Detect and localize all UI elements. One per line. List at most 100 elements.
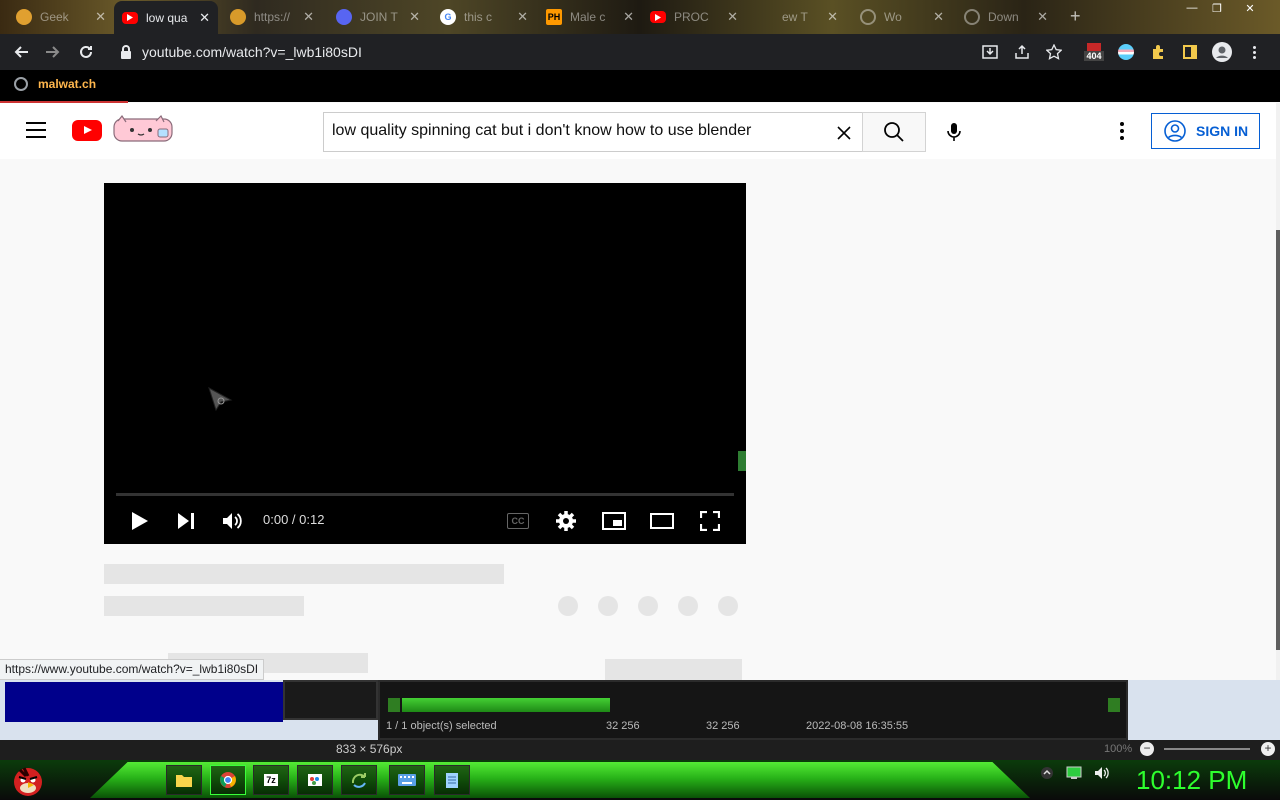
zoom-out-button[interactable]: −: [1140, 742, 1154, 756]
play-button[interactable]: [128, 509, 152, 533]
close-window-button[interactable]: ✕: [1238, 2, 1262, 16]
close-icon[interactable]: ✕: [1037, 9, 1048, 25]
value-one: 32 256: [606, 720, 640, 732]
taskbar-clock[interactable]: 10:12 PM: [1136, 765, 1247, 796]
bookmarks-bar: malwat.ch: [0, 70, 1280, 102]
minimize-button[interactable]: —: [1180, 2, 1204, 16]
zoom-in-button[interactable]: +: [1261, 742, 1275, 756]
close-icon[interactable]: ✕: [95, 9, 106, 25]
video-progress-bar[interactable]: [116, 493, 734, 496]
speaker-icon[interactable]: [1094, 766, 1110, 780]
clear-search-icon[interactable]: [833, 122, 855, 144]
tab-geek[interactable]: Geek ✕: [8, 3, 114, 31]
forward-button[interactable]: [42, 41, 64, 63]
install-app-button[interactable]: [980, 42, 1000, 62]
progress-bar: [402, 698, 610, 712]
taskbar-7zip[interactable]: 7z: [253, 765, 289, 795]
address-bar[interactable]: youtube.com/watch?v=_lwb1i80sDI: [110, 38, 1280, 66]
youtube-masthead: SIGN IN: [0, 103, 1276, 159]
bar-cap: [1108, 698, 1120, 712]
tab-ew[interactable]: ew T ✕: [750, 3, 846, 31]
sign-in-button[interactable]: SIGN IN: [1151, 113, 1260, 149]
bookmark-star-button[interactable]: [1044, 42, 1064, 62]
volume-icon: [223, 513, 242, 529]
skip-next-icon: [178, 513, 194, 529]
share-button[interactable]: [1012, 42, 1032, 62]
channel-skeleton: [104, 596, 304, 616]
image-dimensions: 833 × 576px: [336, 742, 403, 756]
tab-wo[interactable]: Wo ✕: [852, 3, 952, 31]
extension-404[interactable]: 404: [1084, 41, 1104, 63]
voice-search-button[interactable]: [938, 116, 970, 148]
url-text[interactable]: youtube.com/watch?v=_lwb1i80sDI: [142, 44, 362, 60]
close-icon[interactable]: ✕: [517, 9, 528, 25]
taskbar-notepad[interactable]: [434, 765, 470, 795]
extension-flag[interactable]: [1116, 42, 1136, 62]
close-icon[interactable]: ✕: [727, 9, 738, 25]
taskbar-app-green[interactable]: [341, 765, 377, 795]
page-scrollbar[interactable]: [1276, 103, 1280, 680]
next-button[interactable]: [174, 509, 198, 533]
dot: [1252, 50, 1256, 54]
arrow-left-icon: [14, 46, 28, 58]
new-tab-button[interactable]: +: [1070, 6, 1081, 27]
extensions-button[interactable]: [1148, 42, 1168, 62]
close-icon[interactable]: ✕: [623, 9, 634, 25]
taskbar-chrome[interactable]: [210, 765, 246, 795]
folder-icon: [176, 775, 192, 787]
video-player[interactable]: 0:00 / 0:12 CC: [104, 183, 746, 544]
tab-youtube-proc[interactable]: PROC ✕: [642, 3, 746, 31]
search-button[interactable]: [862, 112, 926, 152]
keyboard-icon: [398, 774, 416, 786]
tab-discord[interactable]: JOIN T ✕: [328, 3, 428, 31]
recycle-icon: [351, 773, 366, 788]
tab-youtube-active[interactable]: low qua ✕: [114, 1, 218, 34]
close-icon[interactable]: ✕: [409, 9, 420, 25]
youtube-logo[interactable]: [72, 120, 102, 141]
restore-button[interactable]: ❐: [1205, 2, 1229, 16]
status-bubble-url: https://www.youtube.com/watch?v=_lwb1i80…: [0, 659, 265, 680]
tab-title: Geek: [40, 10, 69, 24]
chrome-menu-button[interactable]: [1244, 42, 1264, 62]
reload-button[interactable]: [75, 41, 97, 63]
mute-button[interactable]: [221, 509, 245, 533]
close-icon[interactable]: ✕: [199, 10, 210, 26]
background-status-panel: 1 / 1 object(s) selected 32 256 32 256 2…: [378, 680, 1128, 740]
close-icon[interactable]: ✕: [303, 9, 314, 25]
google-icon: G: [440, 9, 456, 25]
search-input[interactable]: [332, 122, 822, 140]
start-button[interactable]: [10, 762, 46, 798]
close-icon[interactable]: ✕: [933, 9, 944, 25]
value-two: 32 256: [706, 720, 740, 732]
zoom-slider[interactable]: [1164, 748, 1250, 750]
action-skeleton: [558, 596, 578, 616]
taskbar-paint[interactable]: [297, 765, 333, 795]
tab-title: https://: [254, 10, 291, 24]
profile-button[interactable]: [1212, 42, 1232, 62]
captions-button[interactable]: CC: [506, 509, 530, 533]
theater-mode-button[interactable]: [650, 509, 674, 533]
miniplayer-button[interactable]: [602, 509, 626, 533]
fullscreen-button[interactable]: [698, 509, 722, 533]
tab-down[interactable]: Down ✕: [956, 3, 1056, 31]
menu-icon[interactable]: [26, 122, 46, 138]
settings-button[interactable]: [554, 509, 578, 533]
background-dark-panel: [283, 680, 378, 720]
side-panel-button[interactable]: [1180, 42, 1200, 62]
tab-https[interactable]: https:// ✕: [222, 3, 322, 31]
tab-ph[interactable]: PH Male c ✕: [538, 3, 642, 31]
back-button[interactable]: [10, 41, 32, 63]
taskbar: 7z 10:12 PM: [0, 760, 1280, 800]
chevron-up-icon[interactable]: [1040, 766, 1054, 780]
taskbar-file-explorer[interactable]: [166, 765, 202, 795]
close-icon[interactable]: ✕: [827, 9, 838, 25]
tab-google[interactable]: G this c ✕: [432, 3, 536, 31]
taskbar-on-screen-keyboard[interactable]: [389, 765, 425, 795]
search-box[interactable]: [323, 112, 863, 152]
cat-doodle-logo[interactable]: [112, 115, 174, 143]
network-icon[interactable]: [1066, 766, 1082, 780]
settings-more-button[interactable]: [1110, 118, 1134, 144]
extension-badge: 404: [1084, 51, 1104, 61]
action-skeleton: [718, 596, 738, 616]
bookmark-malwatch[interactable]: malwat.ch: [14, 77, 96, 91]
